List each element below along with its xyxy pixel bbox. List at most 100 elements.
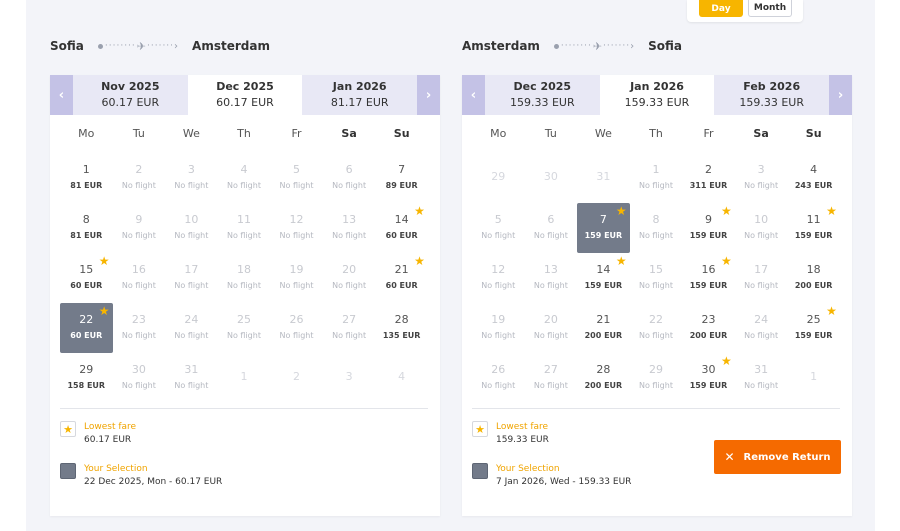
month-tab-next[interactable]: Feb 2026 159.33 EUR (714, 75, 830, 115)
day-number: 26 (491, 363, 506, 376)
calendar-day-cell: 13 No flight (525, 253, 578, 303)
weekday-label: Fr (703, 127, 714, 140)
return-day-grid: Mo Tu We Th Fr Sa Su 29 30 31 1 No flight 2 311 EUR 3 N… (472, 127, 840, 403)
calendar-day-cell[interactable]: 9 159 EUR ★ (682, 203, 735, 253)
prev-month-button[interactable]: ‹ (50, 75, 73, 115)
calendar-day-cell[interactable]: 14 60 EUR ★ (375, 203, 428, 253)
calendar-day-cell[interactable]: 2 311 EUR (682, 153, 735, 203)
chevron-right-icon: › (425, 87, 432, 103)
month-view-button[interactable]: Month (748, 0, 792, 17)
day-number: 6 (345, 163, 353, 176)
prev-month-button[interactable]: ‹ (462, 75, 485, 115)
chevron-left-icon: ‹ (58, 87, 65, 103)
day-number: 24 (184, 313, 199, 326)
star-icon: ★ (615, 204, 627, 218)
view-toggle: Day Month (687, 0, 803, 22)
calendar-day-cell[interactable]: 28 135 EUR (375, 303, 428, 353)
calendar-day-cell: 15 No flight (630, 253, 683, 303)
day-price: 243 EUR (794, 181, 833, 190)
day-number: 17 (754, 263, 769, 276)
month-tab-current[interactable]: Jan 2026 159.33 EUR (599, 75, 715, 115)
calendar-day-cell[interactable]: 14 159 EUR ★ (577, 253, 630, 303)
weekday-label: We (182, 127, 200, 140)
calendar-day-cell[interactable]: 16 159 EUR ★ (682, 253, 735, 303)
day-price: No flight (533, 381, 568, 390)
day-number: 14 (596, 263, 611, 276)
day-price: No flight (174, 231, 209, 240)
calendar-day-cell[interactable]: 15 60 EUR ★ (60, 253, 113, 303)
calendar-day-cell[interactable]: 11 159 EUR ★ (787, 203, 840, 253)
calendar-day-cell: 26 No flight (472, 353, 525, 403)
calendar-day-cell[interactable]: 28 200 EUR (577, 353, 630, 403)
day-price: No flight (332, 231, 367, 240)
star-icon: ★ (826, 204, 837, 218)
weekday-label: Th (237, 127, 251, 140)
day-number: 2 (135, 163, 143, 176)
star-icon: ★ (721, 204, 732, 218)
day-number: 31 (184, 363, 199, 376)
day-number: 2 (293, 370, 301, 383)
day-number: 4 (398, 370, 406, 383)
calendar-day-cell[interactable]: 4 243 EUR (787, 153, 840, 203)
day-price: No flight (121, 381, 156, 390)
calendar-week-row: 26 No flight 27 No flight 28 200 EUR 29 No flig… (472, 353, 840, 403)
day-price: No flight (638, 381, 673, 390)
calendar-week-row: 5 No flight 6 No flight 7 159 EUR ★ 8 No flight 9… (472, 203, 840, 253)
star-icon: ★ (826, 304, 837, 318)
calendar-week-row: 22 60 EUR ★ 23 No flight 24 No flight 25 No flig… (60, 303, 428, 353)
calendar-day-cell: 22 No flight (630, 303, 683, 353)
day-number: 7 (599, 213, 607, 226)
day-number: 22 (648, 313, 663, 326)
calendar-day-cell[interactable]: 7 159 EUR ★ (577, 203, 630, 253)
calendar-day-cell[interactable]: 25 159 EUR ★ (787, 303, 840, 353)
day-price: 81 EUR (70, 231, 103, 240)
month-tab-current[interactable]: Dec 2025 60.17 EUR (187, 75, 303, 115)
calendar-day-cell[interactable]: 8 81 EUR (60, 203, 113, 253)
calendar-day-cell: 3 No flight (165, 153, 218, 203)
selection-swatch (472, 463, 488, 479)
day-price: No flight (481, 231, 516, 240)
star-icon: ★ (721, 354, 732, 368)
calendar-day-cell: 31 No flight (735, 353, 788, 403)
day-price: 159 EUR (794, 231, 833, 240)
calendar-day-cell[interactable]: 23 200 EUR (682, 303, 735, 353)
calendar-day-cell[interactable]: 18 200 EUR (787, 253, 840, 303)
weekday-label: Sa (753, 127, 769, 140)
calendar-day-cell[interactable]: 30 159 EUR ★ (682, 353, 735, 403)
next-month-button[interactable]: › (417, 75, 440, 115)
calendar-day-cell[interactable]: 21 60 EUR ★ (375, 253, 428, 303)
calendar-day-cell[interactable]: 7 89 EUR (375, 153, 428, 203)
weekday-label: We (594, 127, 612, 140)
day-number: 27 (543, 363, 558, 376)
return-origin: Amsterdam (462, 39, 540, 53)
month-tab-prev[interactable]: Dec 2025 159.33 EUR (484, 75, 600, 115)
calendar-day-cell: 3 No flight (735, 153, 788, 203)
calendar-day-cell: 30 (525, 153, 578, 203)
day-price: No flight (638, 281, 673, 290)
remove-return-button[interactable]: ✕ Remove Return (714, 440, 841, 474)
day-number: 3 (187, 163, 195, 176)
calendar-day-cell: 24 No flight (735, 303, 788, 353)
calendar-day-cell[interactable]: 29 158 EUR (60, 353, 113, 403)
calendar-day-cell[interactable]: 21 200 EUR (577, 303, 630, 353)
month-tab-prev[interactable]: Nov 2025 60.17 EUR (72, 75, 188, 115)
day-number: 18 (806, 263, 821, 276)
calendar-day-cell[interactable]: 22 60 EUR ★ (60, 303, 113, 353)
next-month-button[interactable]: › (829, 75, 852, 115)
day-price: No flight (279, 231, 314, 240)
calendar-day-cell[interactable]: 1 81 EUR (60, 153, 113, 203)
calendar-day-cell: 17 No flight (165, 253, 218, 303)
day-view-button[interactable]: Day (699, 0, 743, 17)
calendar-day-cell: 2 (270, 353, 323, 403)
weekday-label: Sa (341, 127, 357, 140)
month-tab-next[interactable]: Jan 2026 81.17 EUR (302, 75, 418, 115)
day-number: 10 (184, 213, 199, 226)
day-price: No flight (332, 281, 367, 290)
day-price: 159 EUR (584, 281, 623, 290)
calendar-day-cell: 1 (787, 353, 840, 403)
day-price: 60 EUR (385, 281, 418, 290)
day-price: 159 EUR (689, 281, 728, 290)
day-number: 15 (648, 263, 663, 276)
day-price: 60 EUR (70, 331, 103, 340)
calendar-week-row: 15 60 EUR ★ 16 No flight 17 No flight 18 No flig… (60, 253, 428, 303)
